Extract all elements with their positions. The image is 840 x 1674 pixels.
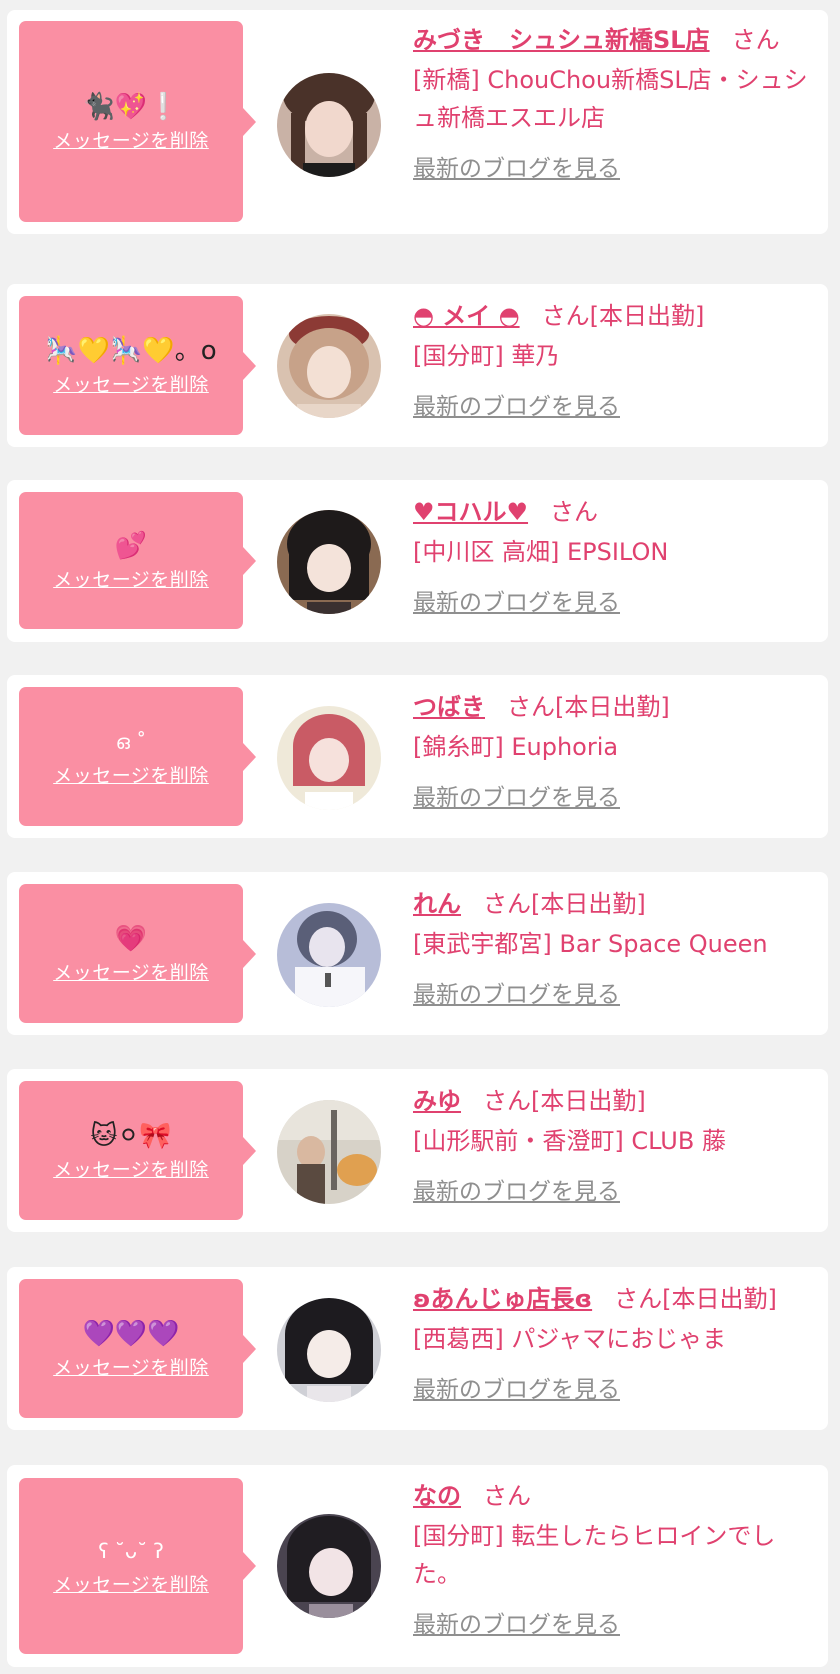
girl-info: ◓ メイ ◓ さん[本日出勤] [国分町] 華乃 最新のブログを見る: [413, 296, 816, 421]
message-card: 🎠💛🎠💛。o メッセージを削除 ◓ メイ ◓ さん[本日出勤] [国分町] 華乃 …: [7, 284, 828, 447]
avatar[interactable]: [277, 1100, 381, 1204]
latest-blog-link[interactable]: 最新のブログを見る: [413, 149, 620, 183]
girl-name-link[interactable]: みゆ: [413, 1087, 461, 1115]
message-text: 🐈‍⬛💖❕: [82, 91, 180, 122]
message-bubble: 💜💜💜 メッセージを削除: [19, 1279, 256, 1418]
delete-message-link[interactable]: メッセージを削除: [53, 567, 209, 593]
message-text: 💜💜💜: [82, 1318, 180, 1349]
delete-message-link[interactable]: メッセージを削除: [53, 1572, 209, 1598]
latest-blog-link[interactable]: 最新のブログを見る: [413, 975, 620, 1009]
girl-info: ʚあんじゅ店長ɞ さん[本日出勤] [西葛西] パジャマにおじゃま 最新のブログを…: [413, 1279, 816, 1404]
message-card: 💜💜💜 メッセージを削除 ʚあんじゅ店長ɞ さん[本日出勤] [西葛西] パジャマ…: [7, 1267, 828, 1430]
message-card: ഒ ˚ メッセージを削除 つばき さん[本日出勤] [錦糸町] Euphoria …: [7, 675, 828, 838]
girl-info: みゆ さん[本日出勤] [山形駅前・香澄町] CLUB 藤 最新のブログを見る: [413, 1081, 816, 1206]
girl-info: ♥コハル♥ さん [中川区 高畑] EPSILON 最新のブログを見る: [413, 492, 816, 617]
delete-message-link[interactable]: メッセージを削除: [53, 1355, 209, 1381]
name-suffix: さん[本日出勤]: [541, 302, 705, 330]
avatar[interactable]: [277, 1514, 381, 1618]
shop-name: [西葛西] パジャマにおじゃま: [413, 1325, 727, 1353]
avatar[interactable]: [277, 510, 381, 614]
shop-name: [中川区 高畑] EPSILON: [413, 538, 669, 566]
message-card: 💗 メッセージを削除 れん さん[本日出勤] [東武宇都宮] Bar Space …: [7, 872, 828, 1035]
girl-name-link[interactable]: つばき: [413, 693, 485, 721]
girl-info: なの さん [国分町] 転生したらヒロインでした。 最新のブログを見る: [413, 1476, 816, 1639]
delete-message-link[interactable]: メッセージを削除: [53, 1157, 209, 1183]
message-text: 💗: [114, 923, 148, 954]
latest-blog-link[interactable]: 最新のブログを見る: [413, 1605, 620, 1639]
avatar[interactable]: [277, 903, 381, 1007]
name-suffix: さん: [550, 498, 599, 526]
name-suffix: さん[本日出勤]: [614, 1285, 777, 1313]
girl-name-link[interactable]: ʚあんじゅ店長ɞ: [413, 1285, 592, 1313]
message-text: ഒ ˚: [115, 729, 147, 754]
message-bubble: ഒ ˚ メッセージを削除: [19, 687, 256, 826]
name-suffix: さん[本日出勤]: [483, 1087, 646, 1115]
message-card: 🐱⚪︎🎀 メッセージを削除 みゆ さん[本日出勤] [山形駅前・香澄町] CLUB…: [7, 1069, 828, 1232]
name-suffix: さん[本日出勤]: [483, 890, 646, 918]
message-text: 🐱⚪︎🎀: [90, 1120, 172, 1151]
avatar[interactable]: [277, 73, 381, 177]
girl-info: れん さん[本日出勤] [東武宇都宮] Bar Space Queen 最新のブロ…: [413, 884, 816, 1009]
avatar[interactable]: [277, 1298, 381, 1402]
message-text: ʕ ˘ᴗ˘ ʔ: [98, 1539, 164, 1563]
name-suffix: さん: [483, 1482, 531, 1510]
girl-info: みづき シュシュ新橋SL店 さん [新橋] ChouChou新橋SL店・シュシュ新…: [413, 20, 816, 183]
latest-blog-link[interactable]: 最新のブログを見る: [413, 1172, 620, 1206]
name-suffix: さん[本日出勤]: [507, 693, 670, 721]
latest-blog-link[interactable]: 最新のブログを見る: [413, 778, 620, 812]
message-card: 💕 メッセージを削除 ♥コハル♥ さん [中川区 高畑] EPSILON 最新のブ…: [7, 480, 828, 642]
shop-name: [東武宇都宮] Bar Space Queen: [413, 930, 768, 958]
message-card: 🐈‍⬛💖❕ メッセージを削除 みづき シュシュ新橋SL店 さん [新橋] Chou…: [7, 10, 828, 234]
girl-name-link[interactable]: ◓ メイ ◓: [413, 302, 520, 330]
name-suffix: さん: [731, 26, 780, 54]
shop-name: [山形駅前・香澄町] CLUB 藤: [413, 1127, 726, 1155]
message-bubble: 💕 メッセージを削除: [19, 492, 256, 629]
delete-message-link[interactable]: メッセージを削除: [53, 960, 209, 986]
message-card: ʕ ˘ᴗ˘ ʔ メッセージを削除 なの さん [国分町] 転生したらヒロインでした…: [7, 1465, 828, 1667]
shop-name: [国分町] 華乃: [413, 342, 560, 370]
girl-name-link[interactable]: みづき シュシュ新橋SL店: [413, 26, 710, 54]
latest-blog-link[interactable]: 最新のブログを見る: [413, 583, 620, 617]
shop-name: [新橋] ChouChou新橋SL店・シュシュ新橋エスエル店: [413, 66, 808, 132]
avatar[interactable]: [277, 706, 381, 810]
message-bubble: ʕ ˘ᴗ˘ ʔ メッセージを削除: [19, 1478, 256, 1654]
girl-name-link[interactable]: なの: [413, 1482, 461, 1510]
shop-name: [錦糸町] Euphoria: [413, 733, 619, 761]
latest-blog-link[interactable]: 最新のブログを見る: [413, 1370, 620, 1404]
message-text: 🎠💛🎠💛。o: [45, 335, 217, 366]
latest-blog-link[interactable]: 最新のブログを見る: [413, 387, 620, 421]
message-text: 💕: [114, 530, 148, 561]
delete-message-link[interactable]: メッセージを削除: [53, 763, 209, 789]
delete-message-link[interactable]: メッセージを削除: [53, 128, 209, 154]
shop-name: [国分町] 転生したらヒロインでした。: [413, 1522, 776, 1588]
delete-message-link[interactable]: メッセージを削除: [53, 372, 209, 398]
girl-name-link[interactable]: れん: [413, 890, 461, 918]
message-bubble: 💗 メッセージを削除: [19, 884, 256, 1023]
message-bubble: 🐈‍⬛💖❕ メッセージを削除: [19, 21, 256, 222]
girl-info: つばき さん[本日出勤] [錦糸町] Euphoria 最新のブログを見る: [413, 687, 816, 812]
avatar[interactable]: [277, 314, 381, 418]
message-bubble: 🐱⚪︎🎀 メッセージを削除: [19, 1081, 256, 1220]
message-bubble: 🎠💛🎠💛。o メッセージを削除: [19, 296, 256, 435]
girl-name-link[interactable]: ♥コハル♥: [413, 498, 528, 526]
